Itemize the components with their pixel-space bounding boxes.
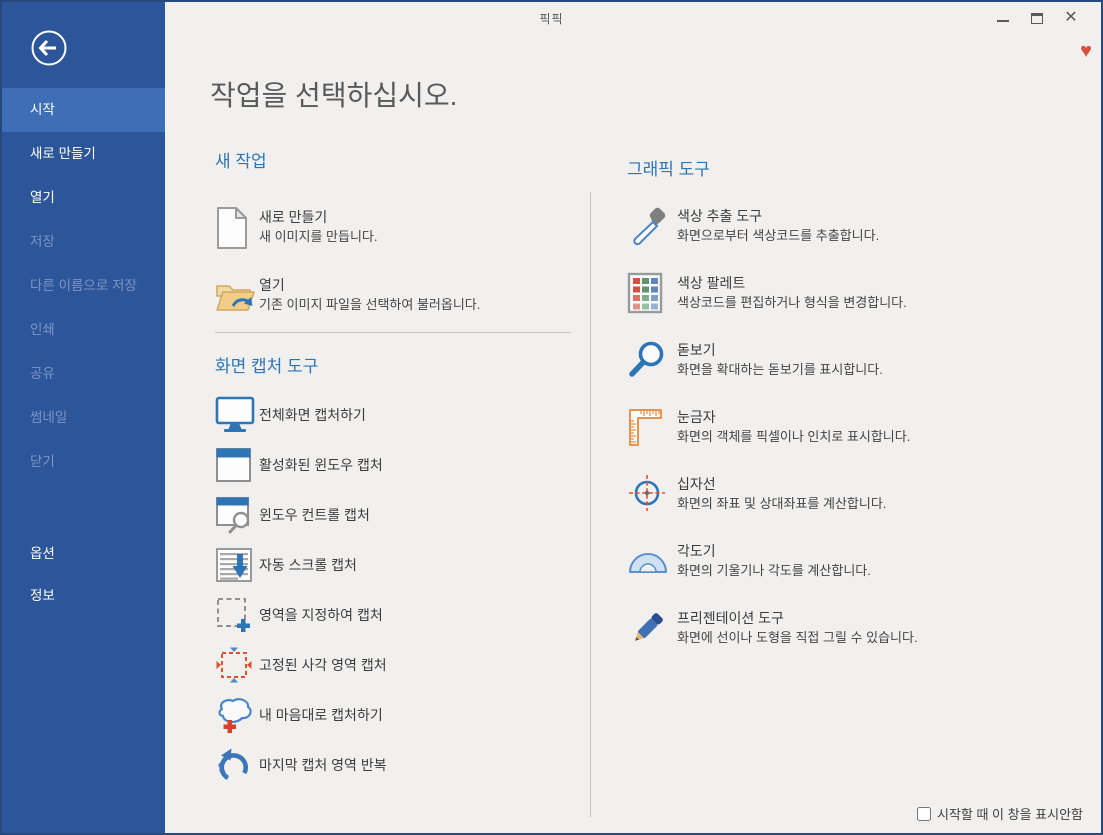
- window-title: 픽픽: [539, 12, 564, 26]
- window-control-capture-item[interactable]: 윈도우 컨트롤 캡처: [215, 495, 575, 535]
- sidebar-item-print: 인쇄: [30, 322, 55, 337]
- active-window-capture-icon: [215, 445, 259, 485]
- minimize-button[interactable]: [986, 6, 1020, 30]
- active-window-capture-item[interactable]: 활성화된 윈도우 캡처: [215, 445, 575, 485]
- protractor-item[interactable]: 각도기 화면의 기울기나 각도를 계산합니다.: [627, 539, 1077, 585]
- sidebar-menu-bottom: 옵션 정보: [2, 533, 165, 617]
- presentation-pen-icon: [627, 606, 677, 650]
- startup-checkbox[interactable]: [916, 806, 931, 821]
- fixed-region-capture-item[interactable]: 고정된 사각 영역 캡처: [215, 645, 575, 685]
- sidebar-item-open[interactable]: 열기: [2, 176, 165, 220]
- new-document-icon: [215, 205, 259, 251]
- fullscreen-capture-item[interactable]: 전체화면 캡처하기: [215, 395, 575, 435]
- region-capture-item[interactable]: 영역을 지정하여 캡처: [215, 595, 575, 635]
- main-content: 작업을 선택하십시오. 새 작업 새로 만들기 새 이미지를 만듭니다. 열기 …: [165, 32, 1101, 833]
- new-task-header: 새 작업: [215, 152, 267, 171]
- page-title: 작업을 선택하십시오.: [210, 80, 458, 111]
- back-arrow-icon: [31, 30, 67, 66]
- repeat-last-capture-icon: [215, 745, 259, 785]
- item-title: 색상 팔레트: [677, 275, 746, 291]
- presentation-item[interactable]: 프리젠테이션 도구 화면에 선이나 도형을 직접 그릴 수 있습니다.: [627, 606, 1077, 652]
- window-control-capture-icon: [215, 495, 259, 535]
- scrolling-capture-icon: [215, 545, 259, 585]
- item-title: 영역을 지정하여 캡처: [259, 607, 383, 623]
- item-desc: 기존 이미지 파일을 선택하여 불러옵니다.: [259, 297, 481, 312]
- section-new-task: 새 작업 새로 만들기 새 이미지를 만듭니다. 열기 기존 이미지 파일을 선…: [215, 150, 575, 795]
- freehand-capture-item[interactable]: 내 마음대로 캡처하기: [215, 695, 575, 735]
- region-capture-icon: [215, 595, 259, 635]
- item-title: 프리젠테이션 도구: [677, 610, 784, 626]
- sidebar-item-share: 공유: [30, 366, 55, 381]
- sidebar-item-close: 닫기: [30, 454, 55, 469]
- section-graphic-tools: 그래픽 도구 색상 추출 도구 화면으로부터 색상코드를 추출합니다. 색상 팔…: [627, 158, 1077, 673]
- back-button[interactable]: [30, 29, 68, 67]
- item-title: 새로 만들기: [259, 209, 328, 225]
- magnifier-item[interactable]: 돋보기 화면을 확대하는 돋보기를 표시합니다.: [627, 338, 1077, 384]
- freehand-capture-icon: [215, 695, 259, 735]
- sidebar-item-start[interactable]: 시작: [2, 88, 165, 132]
- item-title: 십자선: [677, 476, 716, 492]
- crosshair-icon: [627, 472, 677, 516]
- item-title: 열기: [259, 277, 285, 293]
- ruler-icon: [627, 405, 677, 449]
- sidebar-item-info[interactable]: 정보: [2, 575, 165, 617]
- sidebar-item-save: 저장: [30, 234, 55, 249]
- item-desc: 새 이미지를 만듭니다.: [259, 229, 378, 244]
- magnifier-icon: [627, 338, 677, 382]
- sidebar-item-new[interactable]: 새로 만들기: [2, 132, 165, 176]
- item-desc: 화면을 확대하는 돋보기를 표시합니다.: [677, 362, 883, 377]
- repeat-last-capture-item[interactable]: 마지막 캡처 영역 반복: [215, 745, 575, 785]
- item-desc: 화면의 좌표 및 상대좌표를 계산합니다.: [677, 496, 887, 511]
- ruler-item[interactable]: 눈금자 화면의 객체를 픽셀이나 인치로 표시합니다.: [627, 405, 1077, 451]
- item-title: 윈도우 컨트롤 캡처: [259, 507, 370, 523]
- item-desc: 화면의 객체를 픽셀이나 인치로 표시합니다.: [677, 429, 911, 444]
- item-desc: 화면의 기울기나 각도를 계산합니다.: [677, 563, 871, 578]
- color-picker-icon: [627, 204, 677, 248]
- item-title: 내 마음대로 캡처하기: [259, 707, 383, 723]
- fullscreen-capture-icon: [215, 395, 259, 435]
- startup-checkbox-label[interactable]: 시작할 때 이 창을 표시안함: [937, 804, 1083, 823]
- picpick-window: 픽픽 ✕ ♥ 시작 새로 만들기 열기 저장 다른 이름으로 저장 인쇄 공유 …: [0, 0, 1103, 835]
- capture-tools-header: 화면 캡처 도구: [215, 357, 319, 376]
- item-title: 돋보기: [677, 342, 716, 358]
- color-palette-item[interactable]: 색상 팔레트 색상코드를 편집하거나 형식을 변경합니다.: [627, 271, 1077, 317]
- open-folder-icon: [215, 273, 259, 319]
- item-desc: 화면으로부터 색상코드를 추출합니다.: [677, 228, 880, 243]
- close-button[interactable]: ✕: [1054, 6, 1088, 30]
- item-title: 자동 스크롤 캡처: [259, 557, 357, 573]
- window-controls: ✕: [986, 6, 1088, 30]
- item-title: 마지막 캡처 영역 반복: [259, 757, 387, 773]
- item-title: 활성화된 윈도우 캡처: [259, 457, 383, 473]
- section-divider: [215, 332, 571, 333]
- column-divider: [590, 192, 591, 817]
- sidebar-menu: 시작 새로 만들기 열기 저장 다른 이름으로 저장 인쇄 공유 썸네일 닫기: [2, 88, 165, 484]
- color-picker-item[interactable]: 색상 추출 도구 화면으로부터 색상코드를 추출합니다.: [627, 204, 1077, 250]
- maximize-icon: [1031, 12, 1043, 24]
- startup-option: 시작할 때 이 창을 표시안함: [916, 804, 1083, 823]
- item-title: 고정된 사각 영역 캡처: [259, 657, 387, 673]
- fixed-region-capture-icon: [215, 645, 259, 685]
- crosshair-item[interactable]: 십자선 화면의 좌표 및 상대좌표를 계산합니다.: [627, 472, 1077, 518]
- item-desc: 화면에 선이나 도형을 직접 그릴 수 있습니다.: [677, 630, 918, 645]
- sidebar-item-options[interactable]: 옵션: [2, 533, 165, 575]
- sidebar: 시작 새로 만들기 열기 저장 다른 이름으로 저장 인쇄 공유 썸네일 닫기 …: [2, 2, 165, 833]
- item-title: 색상 추출 도구: [677, 208, 763, 224]
- color-palette-icon: [627, 271, 677, 315]
- item-title: 눈금자: [677, 409, 716, 425]
- close-icon: ✕: [1064, 9, 1078, 26]
- open-image-item[interactable]: 열기 기존 이미지 파일을 선택하여 불러옵니다.: [215, 273, 575, 321]
- item-title: 전체화면 캡처하기: [259, 407, 366, 423]
- item-title: 각도기: [677, 543, 716, 559]
- new-image-item[interactable]: 새로 만들기 새 이미지를 만듭니다.: [215, 205, 575, 253]
- graphic-tools-header: 그래픽 도구: [627, 160, 710, 179]
- sidebar-item-thumbnail: 썸네일: [30, 410, 68, 425]
- minimize-icon: [997, 20, 1009, 22]
- item-desc: 색상코드를 편집하거나 형식을 변경합니다.: [677, 295, 907, 310]
- sidebar-item-save-as: 다른 이름으로 저장: [30, 278, 137, 293]
- maximize-button[interactable]: [1020, 6, 1054, 30]
- protractor-icon: [627, 539, 677, 583]
- scrolling-capture-item[interactable]: 자동 스크롤 캡처: [215, 545, 575, 585]
